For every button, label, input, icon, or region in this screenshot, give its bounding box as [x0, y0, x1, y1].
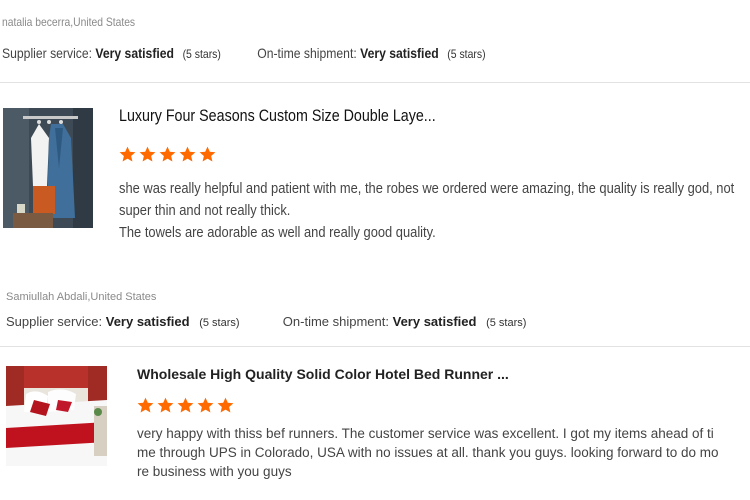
supplier-service-stars: (5 stars) — [182, 47, 221, 61]
review-text-line: The towels are adorable as well and real… — [119, 224, 436, 241]
review-text-line: re business with you guys — [137, 464, 292, 479]
supplier-service-label: Supplier service: — [2, 45, 93, 61]
reviewer-name: Samiullah Abdali,United States — [6, 291, 157, 303]
review-text-line: super thin and not really thick. — [119, 202, 291, 219]
star-icon — [119, 146, 136, 162]
star-icon — [199, 146, 216, 162]
star-icon — [139, 146, 156, 162]
supplier-service-value: Very satisfied — [105, 314, 190, 329]
star-icon — [137, 397, 154, 413]
divider — [0, 346, 750, 347]
ratings-line: Supplier service: Very satisfied (5 star… — [2, 45, 558, 61]
reviewer-name: natalia becerra,United States — [2, 15, 136, 29]
review-text: very happy with thiss bef runners. The c… — [137, 424, 750, 481]
on-time-shipment-stars: (5 stars) — [486, 317, 527, 329]
star-rating — [118, 145, 217, 164]
supplier-service-value: Very satisfied — [95, 45, 174, 61]
star-icon — [179, 146, 196, 162]
product-title[interactable]: Wholesale High Quality Solid Color Hotel… — [137, 366, 509, 382]
supplier-service-label: Supplier service: — [6, 314, 103, 329]
bathrobe-product-image[interactable] — [3, 108, 93, 228]
supplier-service-stars: (5 stars) — [199, 317, 240, 329]
star-rating — [136, 396, 235, 415]
product-title[interactable]: Luxury Four Seasons Custom Size Double L… — [119, 106, 496, 126]
on-time-shipment-value: Very satisfied — [392, 314, 477, 329]
star-icon — [197, 397, 214, 413]
star-icon — [159, 146, 176, 162]
on-time-shipment-label: On-time shipment: — [257, 45, 357, 61]
star-icon — [157, 397, 174, 413]
on-time-shipment-value: Very satisfied — [360, 45, 439, 61]
review-text-line: she was really helpful and patient with … — [119, 180, 735, 197]
star-icon — [177, 397, 194, 413]
ratings-line: Supplier service: Very satisfied (5 star… — [6, 314, 526, 329]
divider — [0, 82, 750, 83]
star-icon — [217, 397, 234, 413]
on-time-shipment-label: On-time shipment: — [282, 314, 389, 329]
on-time-shipment-stars: (5 stars) — [447, 47, 486, 61]
bathrobe-image-graphic — [3, 108, 93, 228]
review-text-line: me through UPS in Colorado, USA with no … — [137, 445, 719, 460]
review-text-line: very happy with thiss bef runners. The c… — [137, 426, 714, 441]
bed-runner-image-graphic — [6, 366, 107, 466]
bed-runner-product-image[interactable] — [6, 366, 107, 466]
review-text: she was really helpful and patient with … — [119, 178, 750, 244]
